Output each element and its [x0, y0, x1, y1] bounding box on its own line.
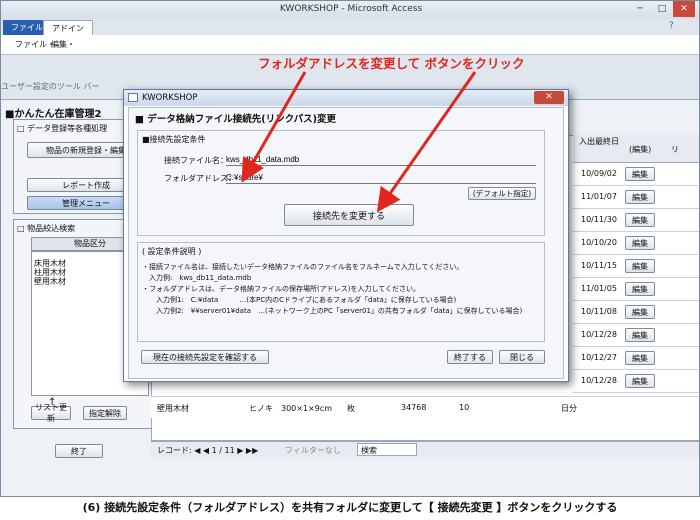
figure-caption: (6) 接続先設定条件（フォルダアドレス）を共有フォルダに変更して【 接続先変更… — [82, 501, 618, 514]
annotation-arrows — [241, 71, 477, 213]
annotation-text: フォルダアドレスを変更して ボタンをクリック — [258, 56, 525, 71]
arrow-to-folder-field — [241, 71, 307, 183]
arrow-to-change-button — [376, 71, 477, 213]
